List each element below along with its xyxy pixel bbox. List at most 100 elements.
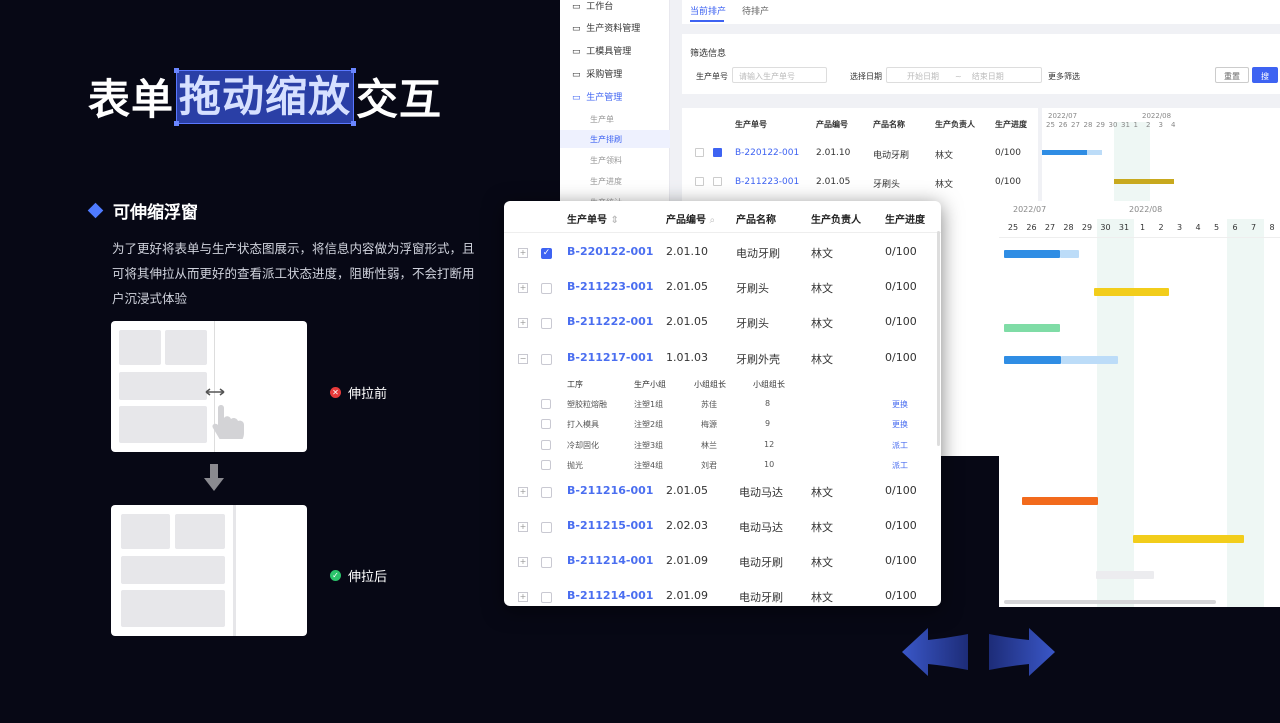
table-row[interactable]: B-220122-001 2.01.10 电动牙刷 林文 0/100: [682, 138, 1038, 168]
sub-row-checkbox[interactable]: [541, 460, 551, 470]
row-checkbox[interactable]: [541, 557, 552, 568]
expand-toggle[interactable]: +: [518, 592, 528, 602]
gantt-month: 2022/08: [1142, 112, 1172, 120]
more-filter-link[interactable]: 更多筛选: [1048, 71, 1080, 82]
bg-gantt-days: 25 26 27 28 29 30 31 1 2 3 4: [1042, 121, 1280, 135]
action-link[interactable]: 派工: [892, 460, 908, 471]
gantt-day-label: 4: [1171, 121, 1176, 129]
sub-row[interactable]: 塑胶粒熔融 注塑1组 苏佳 8 更换: [504, 395, 941, 415]
sub-row[interactable]: 打入模具 注塑2组 梅源 9 更换: [504, 415, 941, 435]
action-link[interactable]: 更换: [892, 399, 908, 410]
gantt-bar-remaining[interactable]: [1061, 356, 1118, 364]
expand-toggle[interactable]: +: [518, 318, 528, 328]
tab-current[interactable]: 当前排产: [690, 4, 726, 17]
diamond-icon: [87, 202, 104, 219]
expand-toggle[interactable]: +: [518, 487, 528, 497]
gantt-day-label: 25: [1007, 223, 1019, 232]
placeholder-block: [121, 514, 170, 549]
expand-toggle[interactable]: +: [518, 248, 528, 258]
gantt-bar: [1114, 179, 1174, 184]
weekend-band: [1097, 219, 1134, 607]
sub-row-checkbox[interactable]: [541, 399, 551, 409]
expand-toggle[interactable]: [695, 177, 704, 186]
gantt-day-label: 26: [1058, 121, 1068, 129]
gantt-month: 2022/07: [1013, 205, 1047, 214]
table-row[interactable]: + B-211223-001 2.01.05 牙刷头 林文 0/100: [504, 270, 941, 305]
gantt-day-label: 31: [1121, 121, 1130, 129]
gantt-day-label: 29: [1096, 121, 1105, 129]
sub-col-header: 小组组长: [753, 380, 785, 389]
header-divider: [504, 232, 941, 233]
row-checkbox[interactable]: [541, 283, 552, 294]
sidebar-item[interactable]: ▭ 生产管理: [572, 90, 622, 103]
tab-pending[interactable]: 待排产: [742, 4, 769, 17]
action-link[interactable]: 更换: [892, 419, 908, 430]
sidebar-subitem[interactable]: 生产领料: [590, 155, 622, 166]
expand-toggle[interactable]: [695, 148, 704, 157]
table-row[interactable]: + B-211214-001 2.01.09 电动牙刷 林文 0/100: [504, 544, 941, 579]
gantt-bar[interactable]: [1004, 356, 1061, 364]
collapse-toggle[interactable]: −: [518, 354, 528, 364]
row-checkbox[interactable]: [541, 592, 552, 603]
table-row-expanded[interactable]: − B-211217-001 1.01.03 牙刷外壳 林文 0/100: [504, 341, 941, 376]
sub-row-checkbox[interactable]: [541, 440, 551, 450]
section-heading-text: 可伸缩浮窗: [113, 203, 198, 223]
gantt-bar[interactable]: [1004, 324, 1060, 332]
expand-toggle[interactable]: +: [518, 557, 528, 567]
table-row[interactable]: + ✓ B-220122-001 2.01.10 电动牙刷 林文 0/100: [504, 235, 941, 270]
table-row[interactable]: + B-211215-001 2.02.03 电动马达 林文 0/100: [504, 509, 941, 544]
resize-handle-br: [351, 120, 357, 126]
gantt-bar[interactable]: [1133, 535, 1244, 543]
gantt-chart[interactable]: 2022/07 2022/08 25 26 27 28 29 30 31 1 2 3 4 5 6 7 8: [999, 201, 1280, 607]
row-checkbox[interactable]: [541, 522, 552, 533]
filter-panel: 筛选信息 生产单号 请输入生产单号 选择日期 开始日期 ~ 结束日期 更多筛选 重置…: [682, 34, 1280, 94]
expand-toggle[interactable]: +: [518, 522, 528, 532]
gantt-bar[interactable]: [1004, 250, 1060, 258]
table-row[interactable]: + B-211216-001 2.01.05 电动马达 林文 0/100: [504, 474, 941, 509]
horizontal-scrollbar[interactable]: [1004, 600, 1216, 604]
row-checkbox[interactable]: [541, 487, 552, 498]
date-range-input[interactable]: 开始日期 ~ 结束日期: [886, 67, 1042, 83]
sidebar-item[interactable]: ▭ 工作台: [572, 0, 613, 12]
gantt-bar[interactable]: [1022, 497, 1098, 505]
sidebar-subitem-active[interactable]: 生产排刷: [560, 130, 670, 148]
row-checkbox[interactable]: ✓: [541, 248, 552, 259]
scrollbar[interactable]: [937, 231, 940, 446]
sidebar-item[interactable]: ▭ 工模具管理: [572, 44, 631, 57]
sidebar-subitem[interactable]: 生产进度: [590, 176, 622, 187]
sidebar-item[interactable]: ▭ 生产资料管理: [572, 21, 640, 34]
table-row[interactable]: + B-211222-001 2.01.05 牙刷头 林文 0/100: [504, 305, 941, 340]
filter-label: 生产单号: [696, 72, 728, 81]
row-checkbox[interactable]: [713, 177, 722, 186]
table-row[interactable]: B-211223-001 2.01.05 牙刷头 林文 0/100: [682, 167, 1038, 197]
filter-title: 筛选信息: [690, 49, 727, 59]
reset-button[interactable]: 重置: [1215, 67, 1249, 83]
gantt-month: 2022/07: [1048, 112, 1078, 120]
row-checkbox[interactable]: [713, 148, 722, 157]
gantt-bar-remaining[interactable]: [1060, 250, 1079, 258]
gantt-bar[interactable]: [1094, 288, 1169, 296]
sub-row[interactable]: 冷却固化 注塑3组 林兰 12 派工: [504, 436, 941, 456]
expand-toggle[interactable]: +: [518, 283, 528, 293]
date-label: 选择日期: [850, 72, 882, 81]
arrow-right-icon: [989, 628, 1055, 676]
gantt-day-label: 30: [1108, 121, 1118, 129]
sidebar-item[interactable]: ▭ 采购管理: [572, 67, 622, 80]
col-order-id[interactable]: 生产单号 ⇕: [567, 211, 619, 226]
sub-row-checkbox[interactable]: [541, 419, 551, 429]
col-product-code[interactable]: 产品编号 ⌕: [666, 211, 715, 226]
gantt-day-label: 30: [1100, 223, 1111, 232]
gantt-day-label: 28: [1083, 121, 1093, 129]
table-floating-window[interactable]: 生产单号 ⇕ 产品编号 ⌕ 产品名称 生产负责人 生产进度 + ✓ B-2201…: [504, 201, 941, 606]
arrow-left-icon: [902, 628, 968, 676]
action-link[interactable]: 派工: [892, 440, 908, 451]
sub-row[interactable]: 抛光 注塑4组 刘君 10 派工: [504, 456, 941, 476]
row-checkbox[interactable]: [541, 354, 552, 365]
order-search-input[interactable]: 请输入生产单号: [732, 67, 827, 83]
row-checkbox[interactable]: [541, 318, 552, 329]
sidebar-subitem[interactable]: 生产单: [590, 114, 614, 125]
gantt-bar[interactable]: [1096, 571, 1154, 579]
table-row[interactable]: + B-211214-001 2.01.09 电动牙刷 林文 0/100: [504, 579, 941, 606]
gantt-day-label: 3: [1158, 121, 1163, 129]
search-button[interactable]: 搜: [1252, 67, 1278, 83]
